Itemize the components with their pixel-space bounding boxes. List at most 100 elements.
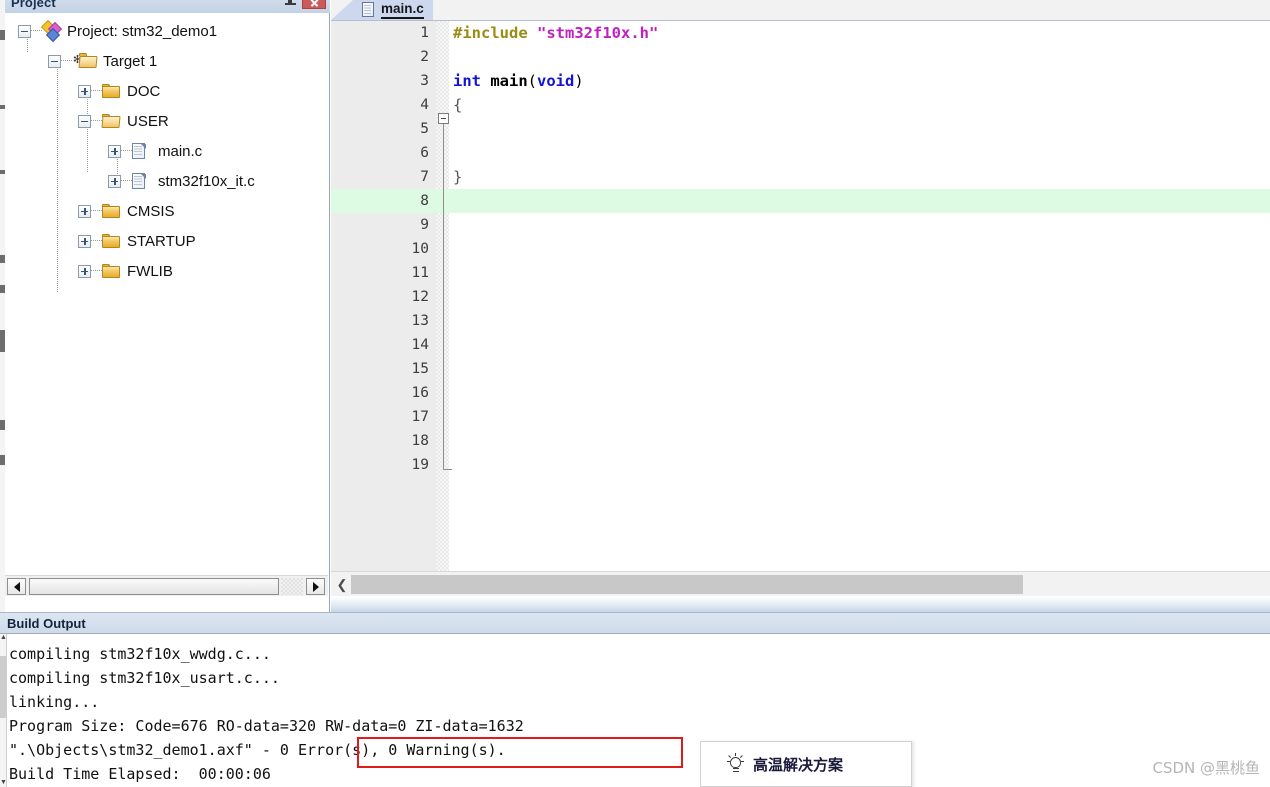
code-line[interactable]: 19 — [331, 453, 1270, 477]
fold-guide-line — [443, 124, 444, 469]
code-line[interactable]: 14 — [331, 333, 1270, 357]
code-line[interactable]: 7 } — [331, 165, 1270, 189]
expander-plus-icon[interactable] — [108, 174, 121, 188]
tab-label: main.c — [381, 1, 424, 19]
tree-item-startup[interactable]: STARTUP — [5, 226, 330, 256]
tree-item-project-root[interactable]: Project: stm32_demo1 — [5, 16, 330, 46]
folder-open-icon — [101, 113, 121, 129]
line-number: 4 — [420, 97, 429, 113]
tree-item-label: FWLIB — [127, 262, 173, 280]
line-number: 19 — [411, 457, 429, 473]
code-line[interactable]: 10 — [331, 237, 1270, 261]
expander-plus-icon[interactable] — [78, 264, 91, 278]
code-line[interactable]: 16 — [331, 381, 1270, 405]
expander-plus-icon[interactable] — [78, 204, 91, 218]
project-pane-hscrollbar[interactable] — [5, 575, 328, 596]
line-number: 15 — [411, 361, 429, 377]
folder-closed-icon — [102, 83, 121, 99]
project-pane: Project Project: stm32_demo1 ✻ Target 1 … — [5, 0, 330, 612]
promo-overlay[interactable]: 高温解决方案 — [700, 741, 912, 787]
expander-plus-icon[interactable] — [108, 144, 121, 158]
pin-icon[interactable] — [285, 0, 296, 9]
line-number: 12 — [411, 289, 429, 305]
scrollbar-thumb[interactable] — [29, 578, 279, 595]
code-line[interactable]: 9 — [331, 213, 1270, 237]
line-number: 3 — [420, 73, 429, 89]
folder-closed-icon — [102, 233, 121, 249]
code-line[interactable]: 3 int main(void) — [331, 69, 1270, 93]
tree-item-stm32f10x-it-c[interactable]: stm32f10x_it.c — [5, 166, 330, 196]
code-line[interactable]: 6 — [331, 141, 1270, 165]
line-number: 13 — [411, 313, 429, 329]
project-pane-header: Project — [5, 0, 330, 13]
target-icon: ✻ — [72, 53, 98, 69]
tree-connector — [121, 150, 132, 152]
expander-plus-icon[interactable] — [78, 84, 91, 98]
tree-item-label: DOC — [127, 82, 161, 100]
build-output-line: Program Size: Code=676 RO-data=320 RW-da… — [9, 717, 524, 735]
line-text: #include "stm32f10x.h" — [453, 24, 659, 42]
code-line[interactable]: 15 — [331, 357, 1270, 381]
tab-main-c[interactable]: main.c — [358, 0, 433, 20]
build-output-title: Build Output — [7, 616, 86, 631]
line-text: int main(void) — [453, 72, 584, 90]
tree-item-label: stm32f10x_it.c — [158, 172, 255, 190]
code-line[interactable]: 13 — [331, 309, 1270, 333]
tree-item-main-c[interactable]: main.c — [5, 136, 330, 166]
c-file-icon — [132, 172, 147, 190]
tree-connector — [91, 240, 102, 242]
editor-hscrollbar[interactable]: ❮ — [331, 571, 1270, 596]
project-pane-title: Project — [11, 0, 56, 10]
editor-tab-bar: main.c — [331, 0, 1270, 21]
scrollbar-thumb[interactable] — [351, 575, 1023, 594]
tree-item-label: USER — [127, 112, 169, 130]
expander-plus-icon[interactable] — [78, 234, 91, 248]
code-line[interactable]: 1 #include "stm32f10x.h" — [331, 21, 1270, 45]
editor-bottom-edge — [331, 597, 1270, 612]
tree-connector — [91, 90, 102, 92]
code-line[interactable]: 5 — [331, 117, 1270, 141]
arrow-up-icon[interactable]: ▲ — [0, 634, 7, 642]
code-line[interactable]: 18 — [331, 429, 1270, 453]
code-line[interactable]: 4 { — [331, 93, 1270, 117]
scrollbar-thumb[interactable] — [0, 656, 6, 718]
build-output-vscrollbar[interactable]: ▲ ▼ — [0, 634, 7, 787]
arrow-down-icon[interactable]: ▼ — [0, 779, 7, 787]
csdn-watermark: CSDN @黑桃鱼 — [1152, 759, 1260, 777]
build-output-line: compiling stm32f10x_usart.c... — [9, 669, 280, 687]
project-pane-header-buttons — [285, 0, 326, 9]
scrollbar-track[interactable] — [281, 578, 303, 595]
arrow-right-icon[interactable] — [306, 578, 325, 595]
tree-connector — [121, 180, 132, 182]
promo-label: 高温解决方案 — [753, 755, 844, 774]
tree-item-fwlib[interactable]: FWLIB — [5, 256, 330, 286]
code-editor[interactable]: 1 #include "stm32f10x.h" 2 3 int main(vo… — [331, 21, 1270, 571]
tree-item-label: main.c — [158, 142, 203, 160]
arrow-left-icon[interactable] — [7, 578, 26, 595]
tree-item-doc[interactable]: DOC — [5, 76, 330, 106]
build-output-line: Build Time Elapsed: 00:00:06 — [9, 765, 271, 783]
code-line-current[interactable]: 8 — [331, 189, 1270, 213]
project-icon — [40, 19, 63, 43]
expander-minus-icon[interactable] — [18, 24, 31, 38]
project-tree[interactable]: Project: stm32_demo1 ✻ Target 1 DOC USER… — [5, 16, 330, 566]
tree-item-label: Project: stm32_demo1 — [67, 22, 218, 40]
keil-uvision-window: Project Project: stm32_demo1 ✻ Target 1 … — [0, 0, 1270, 787]
tree-item-target-1[interactable]: ✻ Target 1 — [5, 46, 330, 76]
code-line[interactable]: 11 — [331, 261, 1270, 285]
line-number: 5 — [420, 121, 429, 137]
tree-item-label: Target 1 — [103, 52, 158, 70]
tree-item-cmsis[interactable]: CMSIS — [5, 196, 330, 226]
line-number: 7 — [420, 169, 429, 185]
tree-item-user[interactable]: USER — [5, 106, 330, 136]
expander-minus-icon[interactable] — [78, 114, 91, 128]
code-line[interactable]: 2 — [331, 45, 1270, 69]
code-line[interactable]: 12 — [331, 285, 1270, 309]
expander-minus-icon[interactable] — [48, 54, 61, 68]
code-line[interactable]: 17 — [331, 405, 1270, 429]
fold-collapse-icon[interactable] — [438, 113, 449, 124]
line-number: 9 — [420, 217, 429, 233]
build-output-line: compiling stm32f10x_wwdg.c... — [9, 645, 271, 663]
chevron-left-icon[interactable]: ❮ — [335, 576, 349, 593]
close-icon[interactable] — [302, 0, 326, 9]
